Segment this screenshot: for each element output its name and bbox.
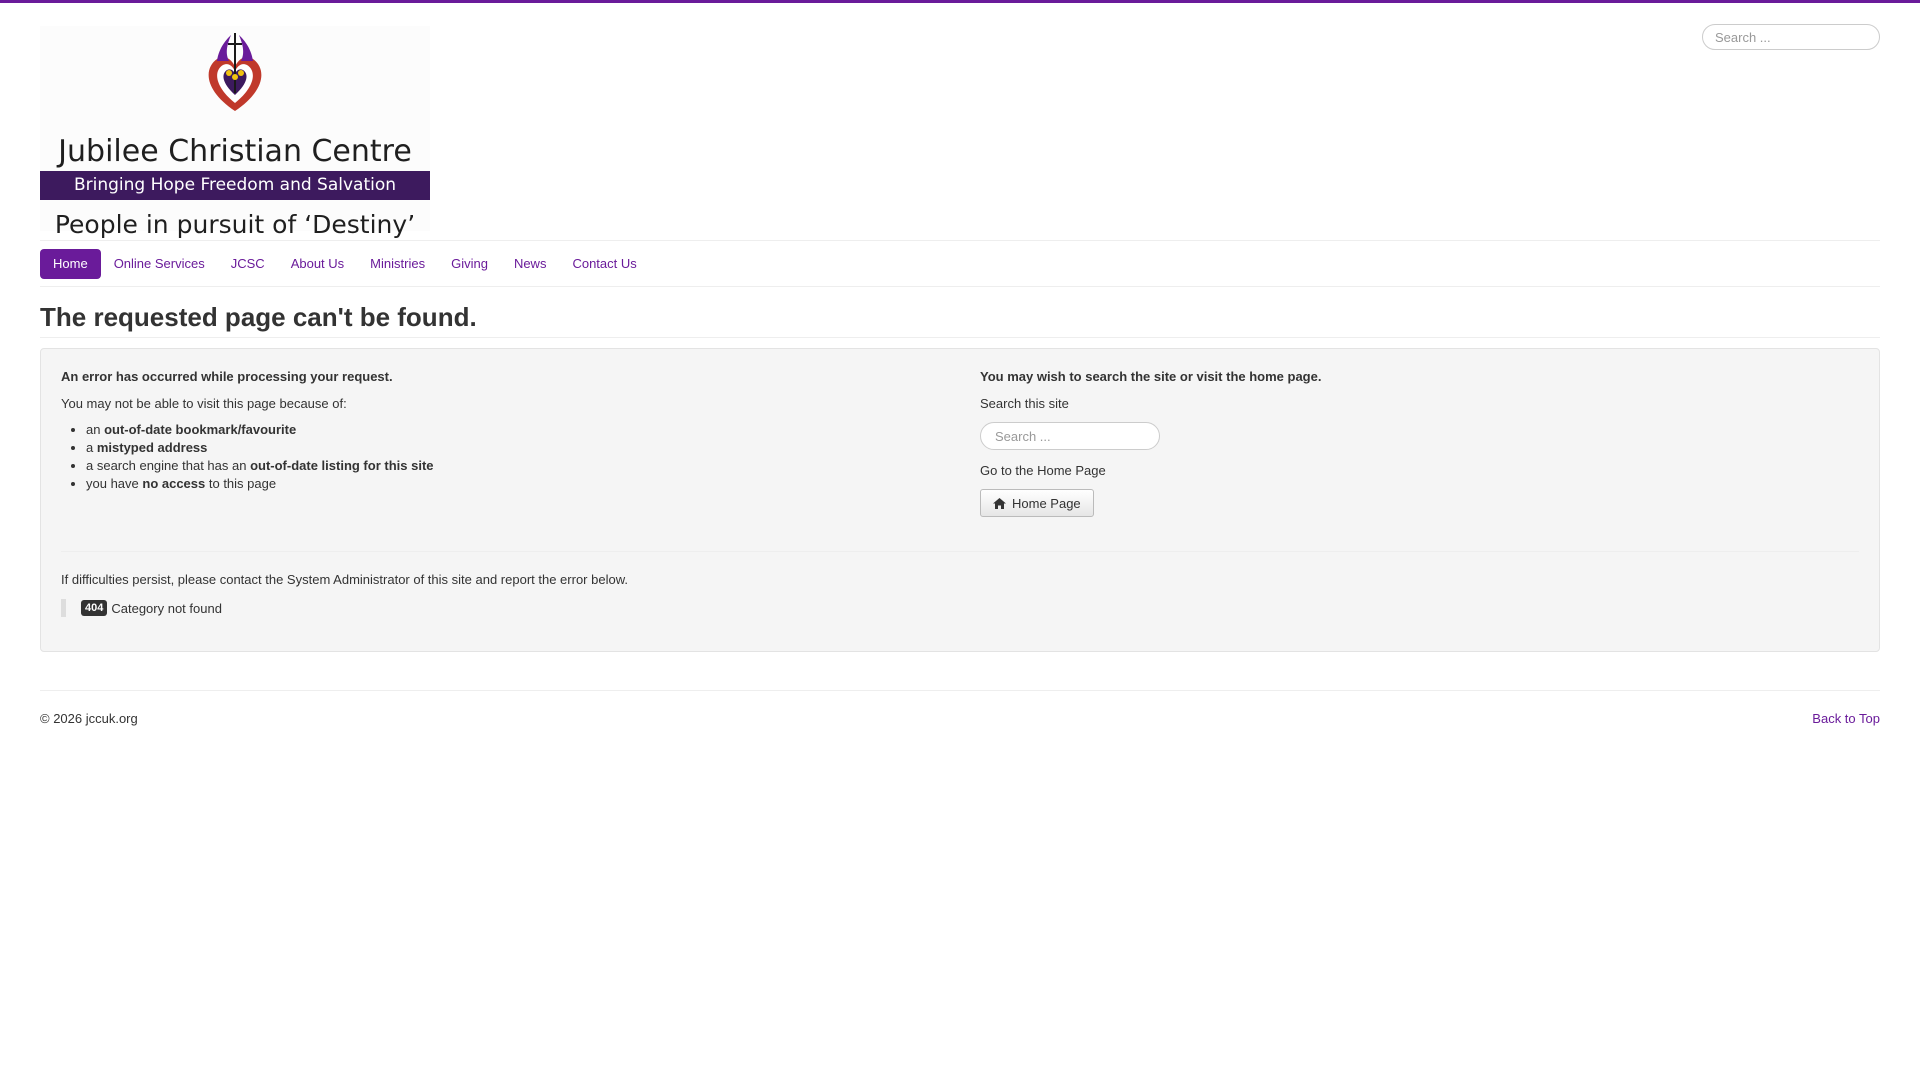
copyright-text: © 2026 jccuk.org — [40, 711, 138, 726]
nav-item-about-us[interactable]: About Us — [278, 249, 357, 279]
search-home-column: You may wish to search the site or visit… — [980, 368, 1860, 517]
home-icon — [993, 497, 1006, 509]
site-header: Jubilee Christian Centre Bringing Hope F… — [40, 3, 1880, 241]
search-heading: You may wish to search the site or visit… — [980, 369, 1322, 384]
list-item: an out-of-date bookmark/favourite — [86, 421, 941, 439]
reasons-list: an out-of-date bookmark/favourite a mist… — [61, 421, 941, 493]
nav-item-contact-us[interactable]: Contact Us — [559, 249, 649, 279]
site-search-input[interactable] — [980, 422, 1160, 450]
church-emblem-icon — [208, 33, 262, 111]
main-nav: Home Online Services JCSC About Us Minis… — [40, 241, 1880, 287]
error-code-badge: 404 — [81, 600, 108, 616]
header-search-input[interactable] — [1702, 24, 1880, 50]
reason-emphasis: no access — [142, 476, 206, 491]
panel-divider — [61, 551, 1859, 552]
site-logo[interactable]: Jubilee Christian Centre Bringing Hope F… — [40, 26, 430, 239]
nav-item-jcsc[interactable]: JCSC — [218, 249, 278, 279]
nav-item-ministries[interactable]: Ministries — [357, 249, 438, 279]
error-code-row: 404 Category not found — [61, 599, 628, 617]
home-button-label: Home Page — [1012, 495, 1081, 511]
error-panel: An error has occurred while processing y… — [40, 348, 1880, 652]
search-label: Search this site — [980, 396, 1069, 411]
back-to-top-link[interactable]: Back to Top — [1812, 711, 1880, 726]
nav-item-news[interactable]: News — [501, 249, 560, 279]
reason-emphasis: out-of-date listing for this site — [250, 458, 434, 473]
nav-item-online-services[interactable]: Online Services — [101, 249, 218, 279]
logo-tagline-bar: Bringing Hope Freedom and Salvation — [40, 171, 430, 200]
nav-item-giving[interactable]: Giving — [438, 249, 501, 279]
list-item: a search engine that has an out-of-date … — [86, 457, 941, 475]
logo-title: Jubilee Christian Centre — [58, 134, 412, 169]
persist-message: If difficulties persist, please contact … — [61, 572, 628, 587]
reason-text: a search engine that has an — [86, 458, 251, 473]
list-item: you have no access to this page — [86, 475, 941, 493]
site-footer: © 2026 jccuk.org Back to Top — [40, 690, 1880, 731]
reason-text-suffix: to this page — [205, 476, 277, 491]
nav-item-home[interactable]: Home — [40, 248, 101, 279]
reason-emphasis: mistyped address — [96, 440, 208, 455]
reason-text: a — [86, 440, 97, 455]
list-item: a mistyped address — [86, 439, 941, 457]
error-reasons-column: An error has occurred while processing y… — [61, 368, 941, 493]
home-page-button[interactable]: Home Page — [980, 489, 1094, 517]
reason-text: an — [86, 422, 105, 437]
reason-text: you have — [86, 476, 143, 491]
logo-motto: People in pursuit of ‘Destiny’ — [54, 210, 416, 239]
page-container: Jubilee Christian Centre Bringing Hope F… — [40, 3, 1880, 731]
home-label: Go to the Home Page — [980, 463, 1106, 478]
page-title: The requested page can't be found. — [40, 287, 1880, 338]
reason-emphasis: out-of-date bookmark/favourite — [104, 422, 297, 437]
error-intro: You may not be able to visit this page b… — [61, 396, 347, 411]
error-message: Category not found — [111, 600, 222, 616]
error-heading: An error has occurred while processing y… — [61, 369, 393, 384]
error-details: If difficulties persist, please contact … — [61, 571, 628, 617]
